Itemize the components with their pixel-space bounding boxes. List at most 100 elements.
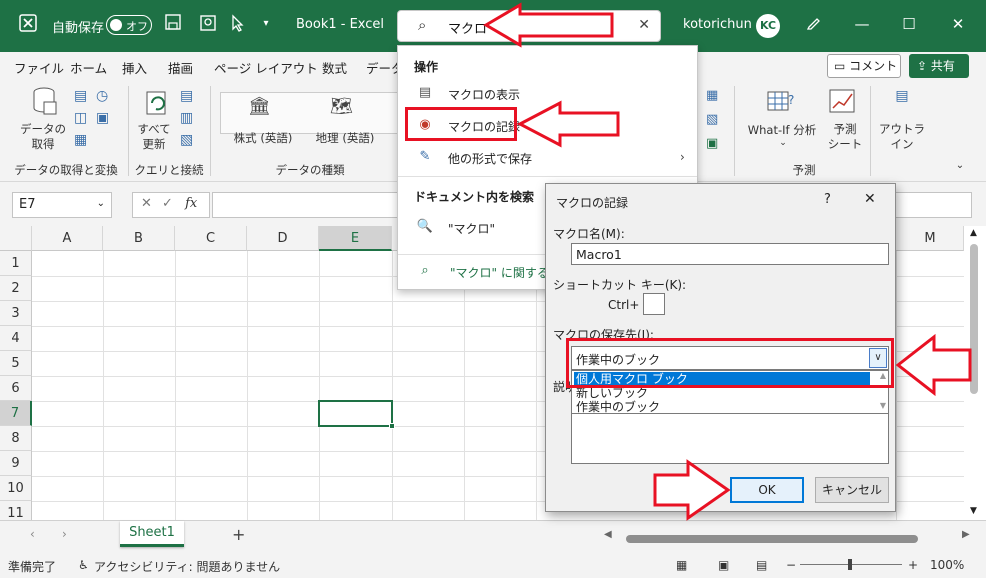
cancel-button[interactable]: キャンセル (815, 477, 889, 503)
page-layout-view-icon[interactable]: ▣ (718, 558, 729, 572)
select-all-corner[interactable] (0, 226, 32, 251)
ungroup-icon[interactable]: ▧ (706, 112, 718, 127)
column-header[interactable]: C (175, 226, 247, 251)
page-break-view-icon[interactable]: ▤ (756, 558, 767, 572)
help-button[interactable]: ? (824, 192, 831, 207)
collapse-ribbon-icon[interactable]: ⌄ (954, 160, 966, 171)
close-icon[interactable]: ✕ (864, 191, 876, 207)
status-ready: 準備完了 (8, 560, 57, 574)
row-header[interactable]: 4 (0, 326, 32, 351)
ok-button[interactable]: OK (730, 477, 804, 503)
confirm-entry-icon[interactable]: ✓ (162, 196, 173, 211)
prev-sheet-icon[interactable]: ‹ (30, 527, 35, 541)
customize-qat-icon[interactable]: ▾ (256, 14, 276, 34)
shortcut-key-input[interactable] (643, 293, 665, 315)
zoom-in-icon[interactable]: + (908, 558, 918, 572)
data-model-icon[interactable]: ▣ (706, 136, 718, 151)
save-as-item[interactable]: ✎ 他の形式で保存 › (398, 144, 697, 172)
row-header[interactable]: 9 (0, 451, 32, 476)
scroll-down-icon[interactable]: ▼ (970, 506, 977, 516)
scrollbar-thumb[interactable] (970, 244, 978, 394)
tab-insert[interactable]: 挿入 (122, 58, 147, 77)
stocks-button[interactable]: 株式 (英語) (226, 130, 300, 146)
column-header[interactable]: B (103, 226, 175, 251)
add-sheet-button[interactable]: + (232, 525, 245, 544)
feedback-pen-icon[interactable] (804, 14, 824, 34)
option-this-workbook[interactable]: 作業中のブック (574, 400, 870, 414)
cancel-entry-icon[interactable]: ✕ (141, 196, 152, 211)
minimize-icon[interactable]: — (852, 14, 872, 34)
share-button[interactable]: ⇪ 共有 (909, 54, 969, 78)
highlight-record-macro (405, 107, 517, 141)
row-header[interactable]: 8 (0, 426, 32, 451)
zoom-out-icon[interactable]: − (786, 558, 796, 572)
accessibility-icon[interactable]: ♿ (78, 558, 89, 572)
user-name[interactable]: kotorichun (683, 17, 752, 32)
recent-sources-icon[interactable]: ◷ (96, 88, 108, 104)
row-header[interactable]: 3 (0, 301, 32, 326)
geography-button[interactable]: 地理 (英語) (308, 130, 382, 146)
fill-handle[interactable] (389, 423, 395, 429)
search-input[interactable]: ⌕ マクロ ✕ (397, 10, 661, 42)
comment-button[interactable]: ▭ コメント (827, 54, 901, 78)
row-header[interactable]: 1 (0, 251, 32, 276)
vertical-scrollbar[interactable]: ▲ ▼ (964, 226, 986, 520)
accessibility-status[interactable]: アクセシビリティ: 問題ありません (94, 558, 280, 575)
column-header[interactable]: M (896, 226, 964, 251)
scroll-up-icon[interactable]: ▲ (970, 228, 977, 238)
whatif-dropdown-icon[interactable]: ⌄ (778, 138, 788, 148)
macro-name-input[interactable]: Macro1 (571, 243, 889, 265)
view-macros-item[interactable]: ▤ マクロの表示 (398, 80, 697, 108)
horizontal-scrollbar-thumb[interactable] (626, 535, 918, 543)
tab-file[interactable]: ファイル (14, 58, 64, 77)
next-sheet-icon[interactable]: › (62, 527, 67, 541)
active-cell[interactable] (318, 400, 395, 429)
row-header[interactable]: 5 (0, 351, 32, 376)
column-header[interactable]: D (247, 226, 319, 251)
name-box-dropdown-icon[interactable]: ⌄ (97, 198, 105, 209)
avatar[interactable]: KC (756, 14, 780, 38)
normal-view-icon[interactable]: ▦ (676, 558, 687, 572)
from-web-icon[interactable]: ◫ (74, 110, 87, 126)
clear-search-icon[interactable]: ✕ (638, 17, 650, 33)
scroll-right-icon[interactable]: ▶ (962, 529, 970, 540)
refresh-all-button[interactable]: すべて 更新 (134, 122, 174, 152)
forecast-sheet-button[interactable]: 予測 シート (826, 122, 864, 152)
zoom-level[interactable]: 100% (930, 558, 964, 572)
row-header-selected[interactable]: 7 (0, 401, 32, 426)
column-header[interactable]: A (32, 226, 103, 251)
scroll-left-icon[interactable]: ◀ (604, 529, 612, 540)
list-scroll-down-icon[interactable]: ▼ (880, 401, 886, 410)
zoom-slider-thumb[interactable] (848, 559, 852, 570)
edit-links-icon[interactable]: ▧ (180, 132, 193, 148)
pointer-icon[interactable] (228, 14, 248, 34)
tab-formulas[interactable]: 数式 (322, 58, 347, 77)
from-table-icon[interactable]: ▦ (74, 132, 87, 148)
properties-icon[interactable]: ▥ (180, 110, 193, 126)
name-box[interactable]: E7 ⌄ (12, 192, 112, 218)
option-new-workbook[interactable]: 新しいブック (574, 386, 870, 400)
outline-button[interactable]: アウトラ イン (878, 122, 926, 152)
column-header-selected[interactable]: E (319, 226, 392, 251)
tab-home[interactable]: ホーム (70, 58, 107, 77)
tab-page-layout[interactable]: ページ レイアウト (214, 58, 318, 77)
row-header[interactable]: 2 (0, 276, 32, 301)
save-icon[interactable] (163, 14, 183, 34)
row-header[interactable]: 10 (0, 476, 32, 501)
row-header[interactable]: 6 (0, 376, 32, 401)
document-title: Book1 - Excel (296, 17, 385, 32)
insert-function-icon[interactable]: fx (185, 196, 197, 211)
sheet-tab-sheet1[interactable]: Sheet1 (120, 521, 184, 547)
tab-draw[interactable]: 描画 (168, 58, 193, 77)
svg-text:?: ? (788, 93, 794, 107)
get-data-button[interactable]: データの 取得 (20, 122, 66, 152)
whatif-button[interactable]: What-If 分析 (742, 122, 822, 138)
form-icon[interactable] (198, 14, 218, 34)
existing-connections-icon[interactable]: ▣ (96, 110, 109, 126)
queries-icon[interactable]: ▤ (180, 88, 193, 104)
maximize-icon[interactable]: ☐ (899, 14, 919, 34)
close-window-icon[interactable]: ✕ (948, 14, 968, 34)
from-text-icon[interactable]: ▤ (74, 88, 87, 104)
autosave-toggle[interactable]: オフ (106, 15, 152, 35)
group-icon[interactable]: ▦ (706, 88, 718, 103)
